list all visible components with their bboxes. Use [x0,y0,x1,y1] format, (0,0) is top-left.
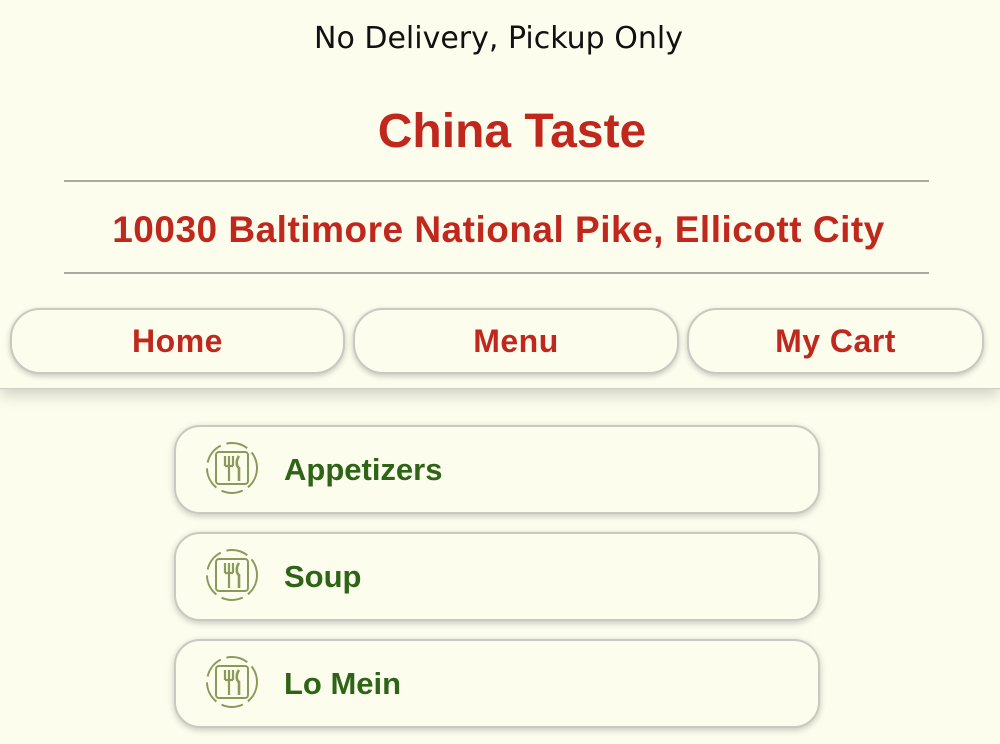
home-button-label: Home [132,322,223,359]
home-button[interactable]: Home [10,308,345,374]
restaurant-name: China Taste [377,105,647,158]
category-label: Lo Mein [284,665,402,701]
menu-button-label: Menu [473,322,559,359]
my-cart-button-label: My Cart [775,322,896,359]
menu-button[interactable]: Menu [353,308,679,374]
category-item-appetizers[interactable]: Appetizers [174,425,820,514]
my-cart-button[interactable]: My Cart [687,308,984,374]
utensils-icon [206,549,258,601]
divider [64,272,929,274]
category-item-soup[interactable]: Soup [174,532,820,621]
category-item-lo-mein[interactable]: Lo Mein [174,639,820,728]
utensils-icon [206,656,258,708]
header: No Delivery, Pickup Only China Taste 100… [0,0,1000,389]
category-label: Appetizers [284,451,443,487]
utensils-icon [206,442,258,494]
divider [64,180,929,182]
restaurant-address: 10030 Baltimore National Pike, Ellicott … [112,209,885,250]
category-label: Soup [284,558,362,594]
pickup-notice: No Delivery, Pickup Only [314,21,683,56]
